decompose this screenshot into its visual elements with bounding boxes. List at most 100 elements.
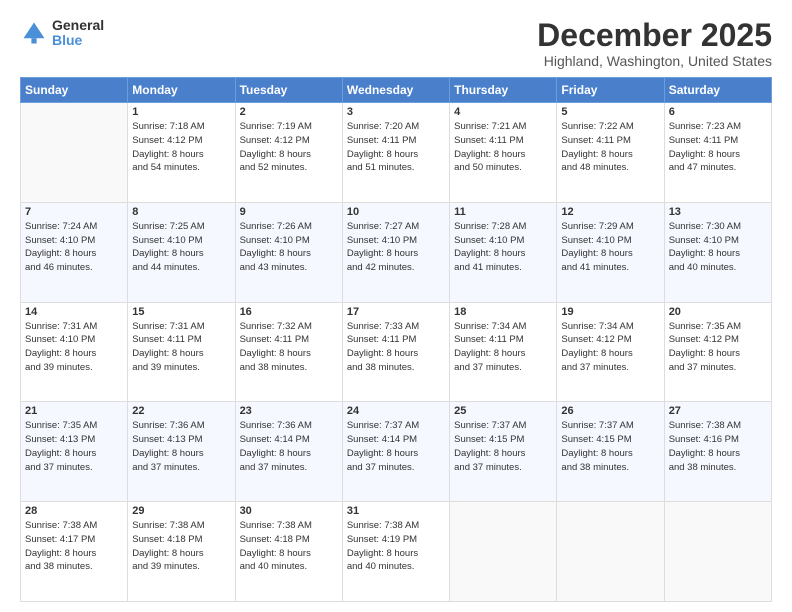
day-number: 5 (561, 106, 659, 118)
day-info: Sunrise: 7:31 AM Sunset: 4:11 PM Dayligh… (132, 320, 230, 375)
table-row: 22Sunrise: 7:36 AM Sunset: 4:13 PM Dayli… (128, 402, 235, 502)
day-number: 19 (561, 306, 659, 318)
day-info: Sunrise: 7:24 AM Sunset: 4:10 PM Dayligh… (25, 220, 123, 275)
day-info: Sunrise: 7:29 AM Sunset: 4:10 PM Dayligh… (561, 220, 659, 275)
table-row: 18 Sunrise: 7:34 AM Sunset: 4:11 PM Dayli… (450, 302, 557, 402)
day-number: 14 (25, 306, 123, 318)
day-number: 1 (132, 106, 230, 118)
table-row: 6 Sunrise: 7:23 AM Sunset: 4:11 PM Daylig… (664, 103, 771, 203)
table-row: 16 Sunrise: 7:32 AM Sunset: 4:11 PM Dayli… (235, 302, 342, 402)
page-subtitle: Highland, Washington, United States (537, 53, 772, 69)
day-number: 6 (669, 106, 767, 118)
logo-general-label: General (52, 18, 104, 33)
table-row: 3Sunrise: 7:20 AM Sunset: 4:11 PM Daylig… (342, 103, 449, 203)
day-info: Sunrise: 7:28 AM Sunset: 4:10 PM Dayligh… (454, 220, 552, 275)
table-row (450, 502, 557, 602)
day-number: 3 (347, 106, 445, 118)
table-row: 25Sunrise: 7:37 AM Sunset: 4:15 PM Dayli… (450, 402, 557, 502)
col-saturday: Saturday (664, 78, 771, 103)
day-number: 2 (240, 106, 338, 118)
col-friday: Friday (557, 78, 664, 103)
page: General Blue December 2025 Highland, Was… (0, 0, 792, 612)
day-number: 31 (347, 505, 445, 517)
day-number: 16 (240, 306, 338, 318)
calendar-row-1: 7 Sunrise: 7:24 AM Sunset: 4:10 PM Daylig… (21, 202, 772, 302)
calendar-header-row: Sunday Monday Tuesday Wednesday Thursday… (21, 78, 772, 103)
day-info: Sunrise: 7:34 AM Sunset: 4:11 PM Dayligh… (454, 320, 552, 375)
day-number: 26 (561, 405, 659, 417)
day-info: Sunrise: 7:26 AM Sunset: 4:10 PM Dayligh… (240, 220, 338, 275)
day-number: 13 (669, 206, 767, 218)
table-row: 4 Sunrise: 7:21 AM Sunset: 4:11 PM Daylig… (450, 103, 557, 203)
table-row: 29 Sunrise: 7:38 AM Sunset: 4:18 PM Dayli… (128, 502, 235, 602)
logo-blue-label: Blue (52, 33, 104, 48)
header: General Blue December 2025 Highland, Was… (20, 18, 772, 69)
day-info: Sunrise: 7:35 AM Sunset: 4:12 PM Dayligh… (669, 320, 767, 375)
day-info: Sunrise: 7:31 AM Sunset: 4:10 PM Dayligh… (25, 320, 123, 375)
day-info: Sunrise: 7:34 AM Sunset: 4:12 PM Dayligh… (561, 320, 659, 375)
calendar-row-4: 28 Sunrise: 7:38 AM Sunset: 4:17 PM Dayli… (21, 502, 772, 602)
day-number: 8 (132, 206, 230, 218)
day-number: 9 (240, 206, 338, 218)
table-row (664, 502, 771, 602)
day-info: Sunrise: 7:23 AM Sunset: 4:11 PM Dayligh… (669, 120, 767, 175)
table-row: 20 Sunrise: 7:35 AM Sunset: 4:12 PM Dayli… (664, 302, 771, 402)
day-number: 20 (669, 306, 767, 318)
day-info: Sunrise: 7:27 AM Sunset: 4:10 PM Dayligh… (347, 220, 445, 275)
day-info: Sunrise: 7:38 AM Sunset: 4:16 PM Dayligh… (669, 419, 767, 474)
table-row: 10 Sunrise: 7:27 AM Sunset: 4:10 PM Dayli… (342, 202, 449, 302)
table-row (557, 502, 664, 602)
day-number: 27 (669, 405, 767, 417)
day-number: 7 (25, 206, 123, 218)
day-number: 11 (454, 206, 552, 218)
day-info: Sunrise: 7:30 AM Sunset: 4:10 PM Dayligh… (669, 220, 767, 275)
day-number: 25 (454, 405, 552, 417)
table-row: 23Sunrise: 7:36 AM Sunset: 4:14 PM Dayli… (235, 402, 342, 502)
calendar-row-2: 14 Sunrise: 7:31 AM Sunset: 4:10 PM Dayli… (21, 302, 772, 402)
table-row: 14 Sunrise: 7:31 AM Sunset: 4:10 PM Dayli… (21, 302, 128, 402)
title-block: December 2025 Highland, Washington, Unit… (537, 18, 772, 69)
day-info: Sunrise: 7:21 AM Sunset: 4:11 PM Dayligh… (454, 120, 552, 175)
table-row: 9 Sunrise: 7:26 AM Sunset: 4:10 PM Daylig… (235, 202, 342, 302)
day-info: Sunrise: 7:38 AM Sunset: 4:18 PM Dayligh… (240, 519, 338, 574)
table-row: 30Sunrise: 7:38 AM Sunset: 4:18 PM Dayli… (235, 502, 342, 602)
day-info: Sunrise: 7:37 AM Sunset: 4:14 PM Dayligh… (347, 419, 445, 474)
table-row: 2Sunrise: 7:19 AM Sunset: 4:12 PM Daylig… (235, 103, 342, 203)
day-number: 10 (347, 206, 445, 218)
day-number: 28 (25, 505, 123, 517)
logo: General Blue (20, 18, 104, 49)
day-number: 4 (454, 106, 552, 118)
table-row: 15 Sunrise: 7:31 AM Sunset: 4:11 PM Dayli… (128, 302, 235, 402)
day-number: 24 (347, 405, 445, 417)
day-number: 18 (454, 306, 552, 318)
table-row: 13 Sunrise: 7:30 AM Sunset: 4:10 PM Dayli… (664, 202, 771, 302)
day-info: Sunrise: 7:38 AM Sunset: 4:18 PM Dayligh… (132, 519, 230, 574)
day-number: 21 (25, 405, 123, 417)
day-number: 12 (561, 206, 659, 218)
table-row: 8 Sunrise: 7:25 AM Sunset: 4:10 PM Daylig… (128, 202, 235, 302)
logo-text: General Blue (52, 18, 104, 49)
col-sunday: Sunday (21, 78, 128, 103)
table-row: 31 Sunrise: 7:38 AM Sunset: 4:19 PM Dayli… (342, 502, 449, 602)
day-number: 15 (132, 306, 230, 318)
table-row: 28 Sunrise: 7:38 AM Sunset: 4:17 PM Dayli… (21, 502, 128, 602)
day-number: 29 (132, 505, 230, 517)
day-info: Sunrise: 7:18 AM Sunset: 4:12 PM Dayligh… (132, 120, 230, 175)
col-tuesday: Tuesday (235, 78, 342, 103)
col-monday: Monday (128, 78, 235, 103)
calendar-table: Sunday Monday Tuesday Wednesday Thursday… (20, 77, 772, 602)
day-info: Sunrise: 7:32 AM Sunset: 4:11 PM Dayligh… (240, 320, 338, 375)
day-info: Sunrise: 7:38 AM Sunset: 4:17 PM Dayligh… (25, 519, 123, 574)
table-row: 7 Sunrise: 7:24 AM Sunset: 4:10 PM Daylig… (21, 202, 128, 302)
table-row: 17Sunrise: 7:33 AM Sunset: 4:11 PM Dayli… (342, 302, 449, 402)
logo-icon (20, 19, 48, 47)
day-info: Sunrise: 7:37 AM Sunset: 4:15 PM Dayligh… (561, 419, 659, 474)
day-info: Sunrise: 7:38 AM Sunset: 4:19 PM Dayligh… (347, 519, 445, 574)
day-info: Sunrise: 7:22 AM Sunset: 4:11 PM Dayligh… (561, 120, 659, 175)
day-number: 17 (347, 306, 445, 318)
table-row: 19 Sunrise: 7:34 AM Sunset: 4:12 PM Dayli… (557, 302, 664, 402)
day-number: 22 (132, 405, 230, 417)
calendar-row-0: 1 Sunrise: 7:18 AM Sunset: 4:12 PM Daylig… (21, 103, 772, 203)
day-info: Sunrise: 7:25 AM Sunset: 4:10 PM Dayligh… (132, 220, 230, 275)
col-thursday: Thursday (450, 78, 557, 103)
